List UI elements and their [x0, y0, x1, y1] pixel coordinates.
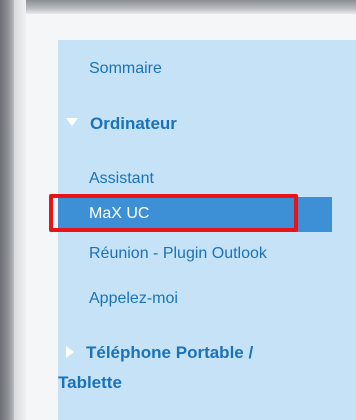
nav-item-assistant[interactable]: Assistant	[89, 170, 154, 188]
section-label: Téléphone Portable /	[86, 343, 254, 362]
nav-item-reunion-plugin-outlook[interactable]: Réunion - Plugin Outlook	[89, 245, 267, 263]
section-telephone-portable-line2[interactable]: Tablette	[58, 373, 122, 393]
nav-item-appelez-moi[interactable]: Appelez-moi	[89, 290, 178, 308]
nav-item-label: Réunion - Plugin Outlook	[89, 245, 267, 262]
section-telephone-portable[interactable]: Téléphone Portable /	[66, 343, 253, 363]
nav-item-label: Appelez-moi	[89, 290, 178, 307]
triangle-right-icon	[66, 345, 74, 358]
annotation-highlight-box	[49, 194, 298, 232]
section-label: Ordinateur	[90, 114, 177, 133]
nav-item-label: Sommaire	[89, 60, 162, 77]
nav-item-label: Assistant	[89, 170, 154, 187]
background-left-shadow	[0, 0, 14, 420]
section-ordinateur[interactable]: Ordinateur	[66, 114, 177, 134]
triangle-down-icon	[66, 117, 78, 126]
background-top-strip	[0, 0, 356, 14]
section-label: Tablette	[58, 373, 122, 392]
background-left-edge	[14, 0, 26, 420]
nav-item-sommaire[interactable]: Sommaire	[89, 60, 162, 78]
